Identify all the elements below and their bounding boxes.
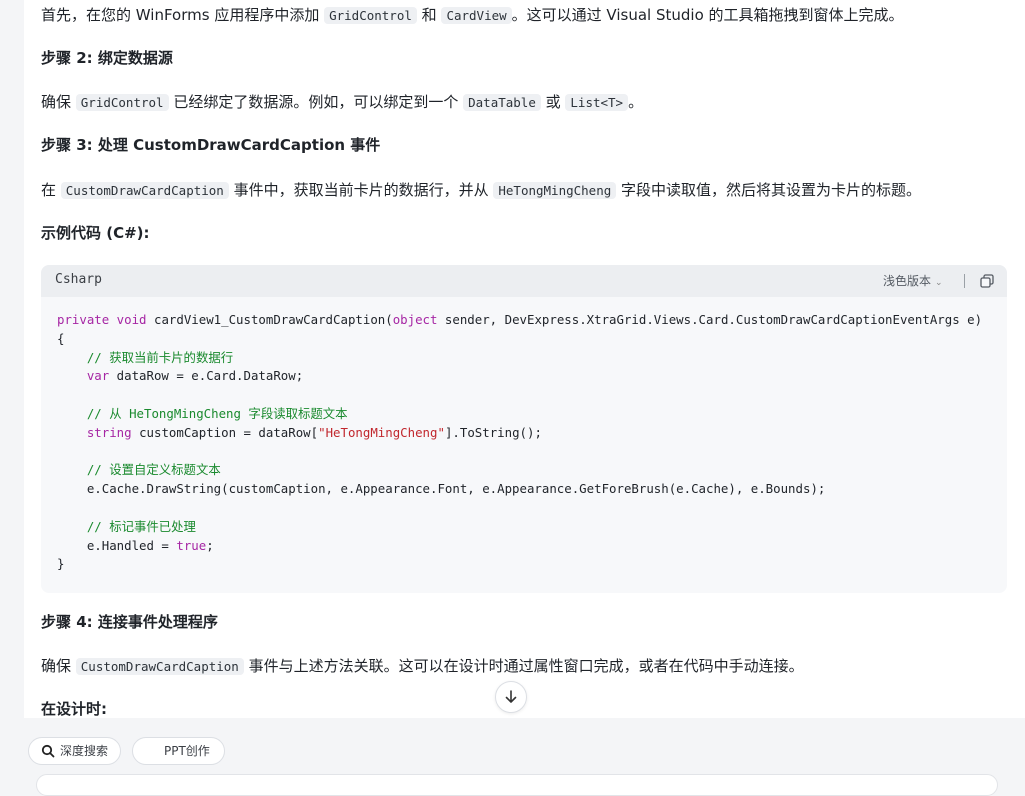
- chat-content: 首先，在您的 WinForms 应用程序中添加 GridControl 和 Ca…: [24, 0, 1025, 718]
- code-line: }: [57, 556, 65, 572]
- search-icon: [41, 744, 55, 758]
- code-line: string customCaption = dataRow["HeTongMi…: [57, 424, 542, 440]
- inline-code: GridControl: [75, 94, 169, 111]
- step2-heading: 步骤 2: 绑定数据源: [41, 49, 173, 67]
- ppt-create-button[interactable]: PPT创作: [132, 737, 225, 765]
- code-line: // 标记事件已处理: [57, 518, 196, 534]
- code-line: // 从 HeTongMingCheng 字段读取标题文本: [57, 405, 348, 421]
- text: 确保: [41, 93, 76, 111]
- text: 字段中读取值，然后将其设置为卡片的标题。: [616, 181, 922, 199]
- code-language-label: Csharp: [55, 272, 102, 287]
- chevron-down-icon: ⌄: [935, 278, 943, 288]
- inline-code: CustomDrawCardCaption: [60, 182, 229, 199]
- theme-toggle-button[interactable]: 浅色版本 ⌄: [883, 272, 943, 289]
- message-input[interactable]: [36, 774, 998, 796]
- code-line: private void cardView1_CustomDrawCardCap…: [57, 312, 983, 327]
- text: 或: [540, 93, 566, 111]
- step3-heading: 步骤 3: 处理 CustomDrawCardCaption 事件: [41, 136, 381, 154]
- step4-paragraph: 确保 CustomDrawCardCaption 事件与上述方法关联。这可以在设…: [41, 654, 804, 679]
- example-heading: 示例代码 (C#):: [41, 224, 150, 242]
- inline-code: HeTongMingCheng: [493, 182, 617, 199]
- text: 在: [41, 181, 61, 199]
- text: 。这可以通过 Visual Studio 的工具箱拖拽到窗体上完成。: [511, 6, 904, 24]
- arrow-down-icon: [505, 690, 517, 703]
- inline-code: CardView: [441, 7, 512, 24]
- intro-paragraph: 首先，在您的 WinForms 应用程序中添加 GridControl 和 Ca…: [41, 3, 904, 28]
- step3-paragraph: 在 CustomDrawCardCaption 事件中，获取当前卡片的数据行，并…: [41, 178, 921, 203]
- code-line: // 设置自定义标题文本: [57, 462, 221, 478]
- theme-label: 浅色版本: [883, 274, 932, 288]
- code-block: Csharp 浅色版本 ⌄ private void cardView1_Cust…: [41, 265, 1007, 593]
- ppt-create-label: PPT创作: [164, 744, 210, 758]
- code-line: // 获取当前卡片的数据行: [57, 349, 234, 365]
- code-header: Csharp 浅色版本 ⌄: [41, 265, 1007, 297]
- inline-code: CustomDrawCardCaption: [75, 658, 244, 675]
- code-line: {: [57, 330, 65, 346]
- step2-paragraph: 确保 GridControl 已经绑定了数据源。例如，可以绑定到一个 DataT…: [41, 90, 643, 115]
- header-divider: [964, 274, 965, 288]
- text: 事件与上述方法关联。这可以在设计时通过属性窗口完成，或者在代码中手动连接。: [243, 657, 804, 675]
- deep-search-label: 深度搜索: [60, 744, 109, 758]
- code-line: e.Handled = true;: [57, 537, 214, 553]
- inline-code: List<T>: [565, 94, 629, 111]
- inline-code: GridControl: [324, 7, 417, 24]
- deep-search-button[interactable]: 深度搜索: [28, 737, 121, 765]
- step4-heading: 步骤 4: 连接事件处理程序: [41, 613, 218, 631]
- scroll-to-bottom-button[interactable]: [495, 681, 527, 713]
- text: 和: [416, 6, 442, 24]
- text: 。: [628, 93, 644, 111]
- copy-icon[interactable]: [980, 274, 994, 288]
- text: 已经绑定了数据源。例如，可以绑定到一个: [168, 93, 464, 111]
- code-text: private void cardView1_CustomDrawCardCap…: [57, 311, 982, 574]
- code-line: var dataRow = e.Card.DataRow;: [57, 368, 304, 384]
- design-time-heading: 在设计时:: [41, 700, 107, 718]
- text: 确保: [41, 657, 76, 675]
- code-line: e.Cache.DrawString(customCaption, e.Appe…: [57, 481, 826, 497]
- text: 首先，在您的 WinForms 应用程序中添加: [41, 6, 325, 24]
- text: 事件中，获取当前卡片的数据行，并从: [228, 181, 494, 199]
- inline-code: DataTable: [463, 94, 541, 111]
